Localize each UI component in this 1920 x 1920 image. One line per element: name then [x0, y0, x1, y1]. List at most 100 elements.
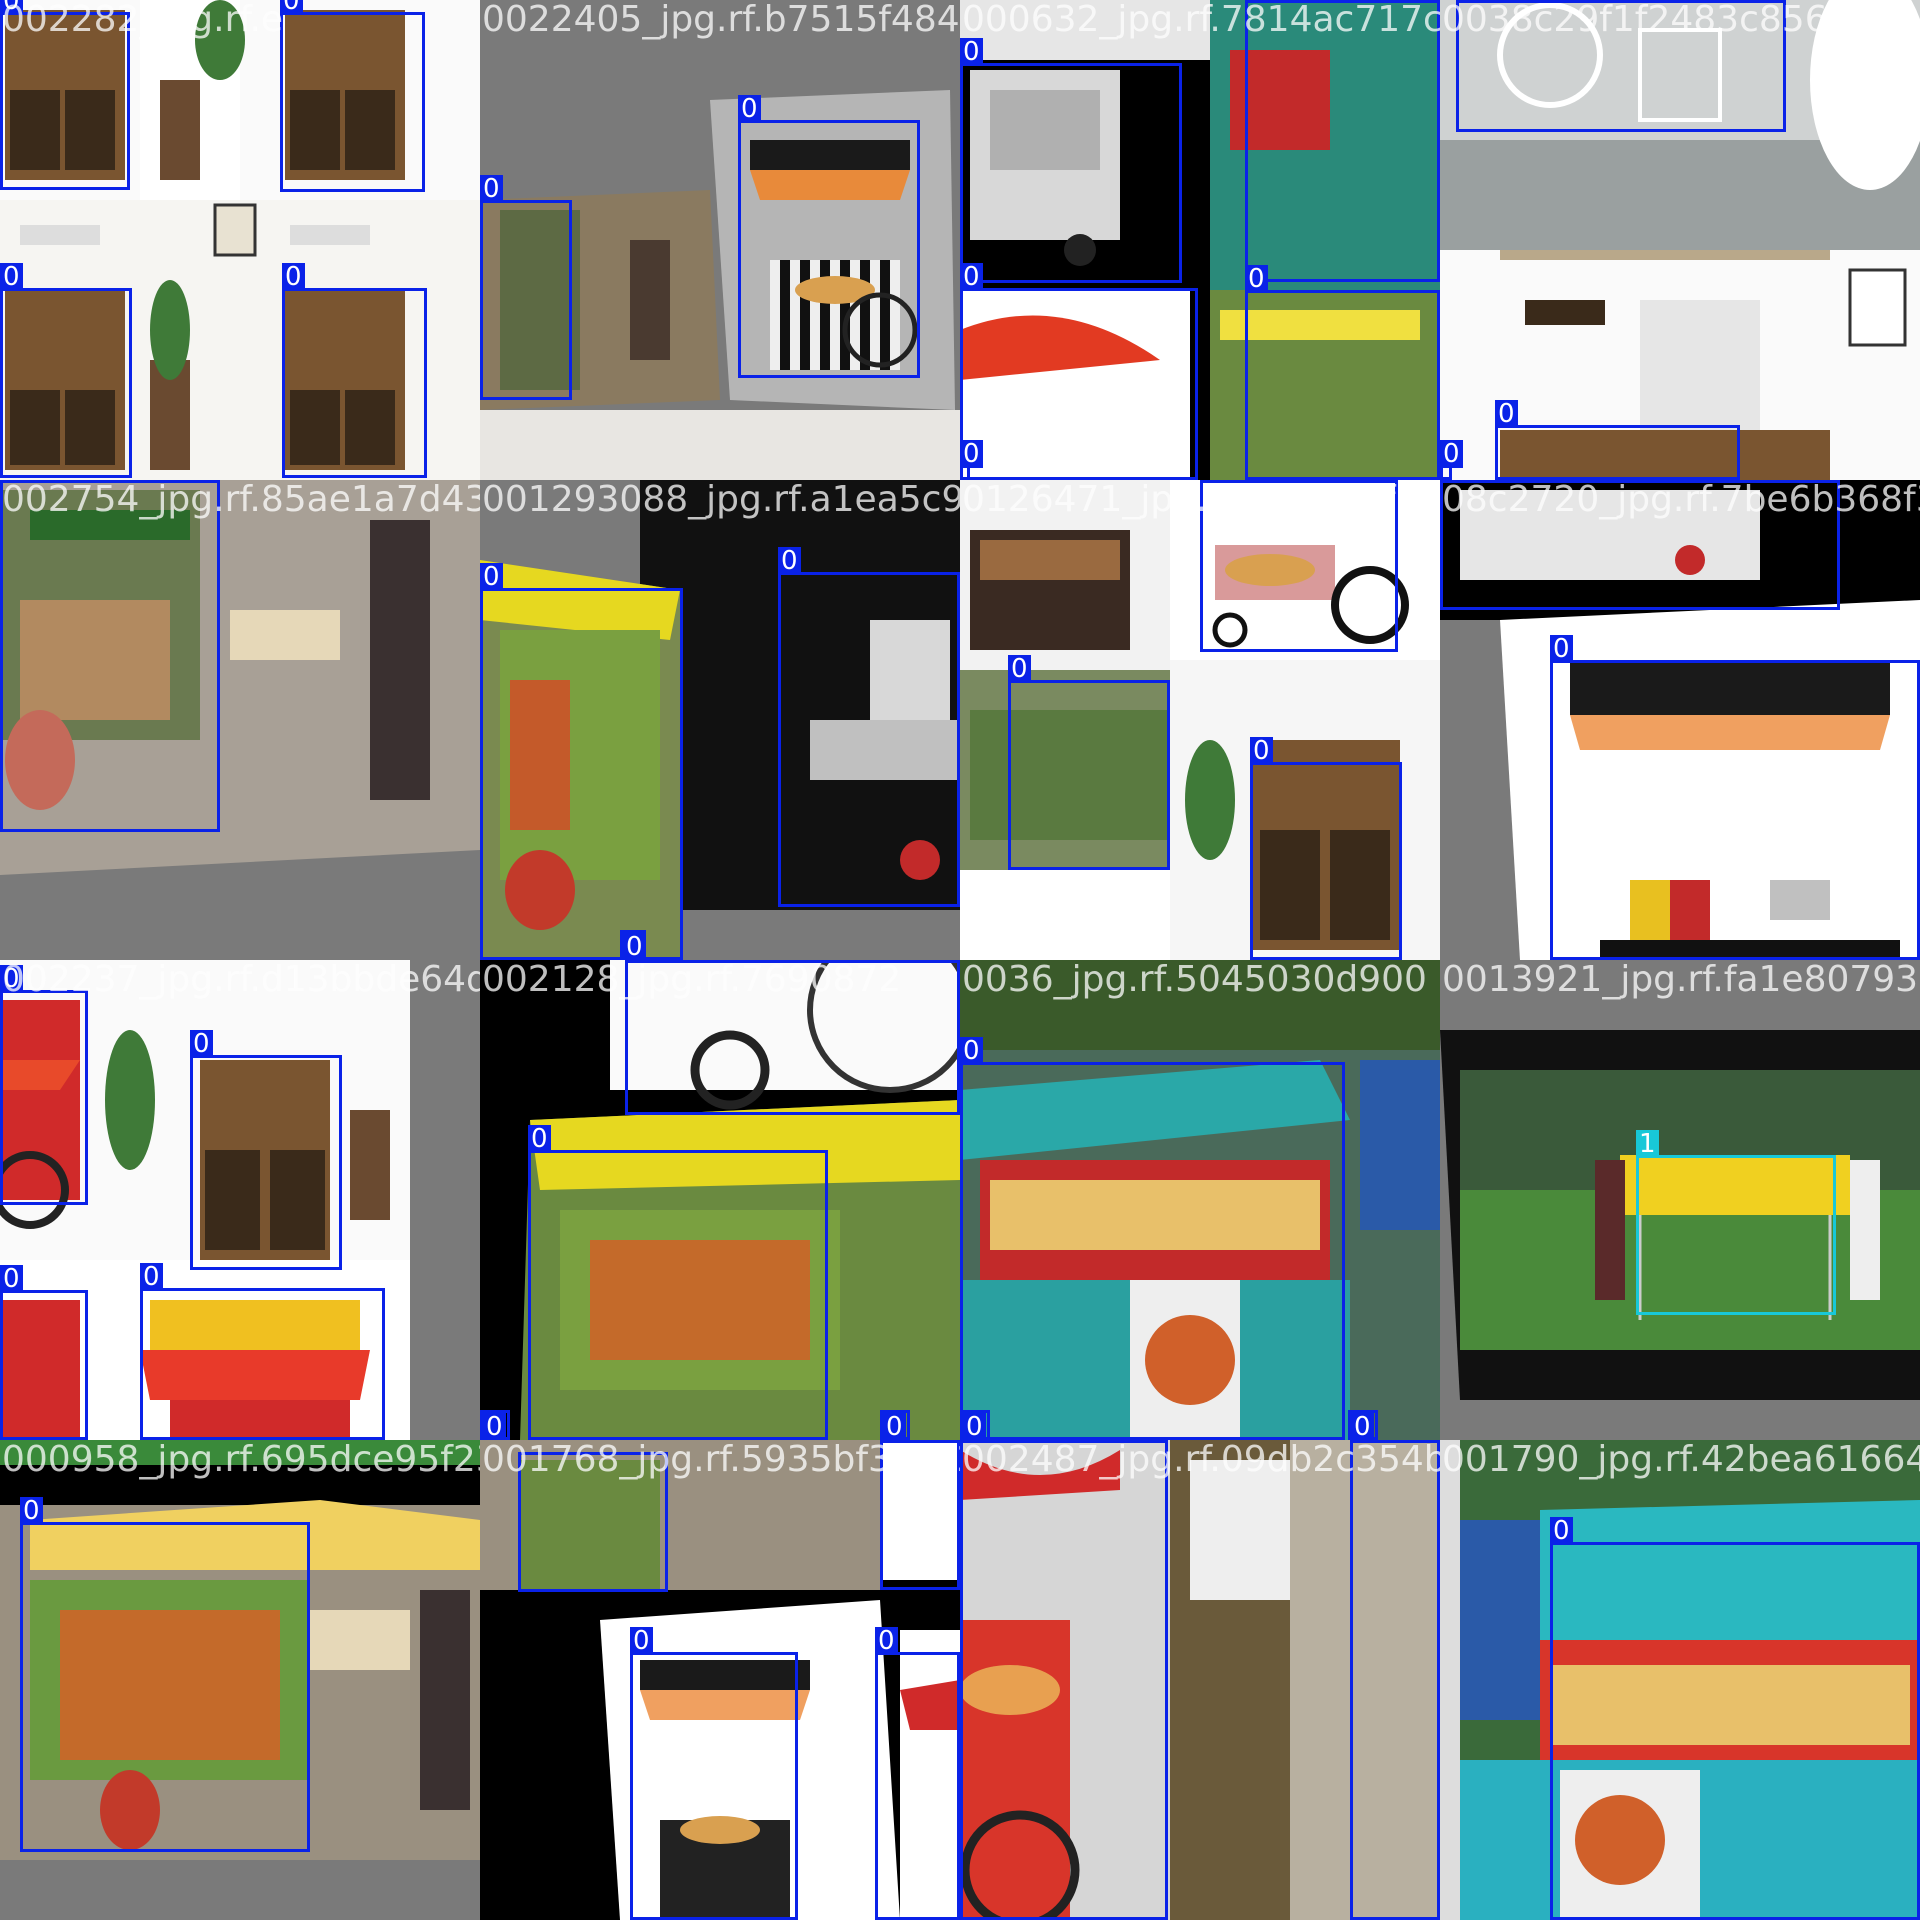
tile-r0c0: 002282_jpg.rf.e 0 0 0 0	[0, 0, 480, 480]
tile-title: 001790_jpg.rf.42bea61664f6	[1442, 1440, 1920, 1480]
bbox-label: 0	[1550, 635, 1573, 663]
tile-r2c2: 0036_jpg.rf.5045030d900 0 0 0	[960, 960, 1440, 1440]
tile-title: 002282_jpg.rf.e	[2, 0, 284, 40]
bbox-label: 0	[480, 175, 503, 203]
tile-title: 0013921_jpg.rf.fa1e80793ba2a	[1442, 960, 1920, 1000]
tile-r2c0: 002237_jpg.rf.d13bbde64d1b 0 0 0 0	[0, 960, 480, 1440]
bbox-label: 0	[1351, 1413, 1374, 1440]
bbox: 0	[960, 1410, 990, 1440]
bbox-label: 0	[280, 0, 303, 15]
tile-r1c0: 002754_jpg.rf.85ae1a7d43d7 0	[0, 480, 480, 960]
tile-r0c3: 0038c29f1f2483c856 0 0 0	[1440, 0, 1920, 480]
bbox-label: 0	[282, 263, 305, 291]
bbox-label: 0	[778, 547, 801, 575]
tile-title: 002237_jpg.rf.d13bbde64d1b	[2, 960, 480, 1000]
bbox-label: 0	[883, 1413, 906, 1440]
bbox: 0	[480, 175, 572, 400]
tile-r2c1: 002128_jpg.rf.7690872 0 0 0	[480, 960, 960, 1440]
bbox-label: 0	[623, 933, 646, 960]
bbox	[1350, 1440, 1440, 1920]
bbox-label: 0	[1008, 655, 1031, 683]
bbox-label: 0	[875, 1627, 898, 1655]
bbox: 0	[630, 1627, 798, 1920]
bbox: 0	[0, 1265, 88, 1440]
bbox-label: 0	[738, 95, 761, 123]
tile-r3c0: 000958_jpg.rf.695dce95f238 0	[0, 1440, 480, 1920]
tile-title: 08c2720_jpg.rf.7be6b368f398	[1442, 480, 1920, 520]
tile-title: 000958_jpg.rf.695dce95f238	[2, 1440, 480, 1480]
bbox: 0	[1440, 440, 1463, 480]
bbox: 0	[1550, 635, 1920, 960]
bbox: 0	[0, 480, 220, 832]
tile-r3c1: 001768_jpg.rf.5935bf371c2f3 0 0	[480, 1440, 960, 1920]
tile-title: 0036_jpg.rf.5045030d900	[962, 960, 1427, 1000]
bbox: 0	[1245, 265, 1440, 480]
bbox: 0	[960, 1037, 1345, 1440]
bbox: 0	[778, 547, 960, 907]
tile-r1c2: 0126471_jpg.rf.e4f4df1f61c 0 0 0	[960, 480, 1440, 960]
mosaic-grid: 002282_jpg.rf.e 0 0 0 0 0022405_jpg.rf.b…	[0, 0, 1920, 1920]
bbox	[960, 1440, 1168, 1920]
bbox: 0	[960, 263, 1198, 480]
tile-title: 001293088_jpg.rf.a1ea5c95f3b4	[482, 480, 960, 520]
tile-title: 0022405_jpg.rf.b7515f484bf6	[482, 0, 960, 40]
tile-r0c1: 0022405_jpg.rf.b7515f484bf6 0 0	[480, 0, 960, 480]
bbox: 0	[960, 440, 983, 480]
bbox: 0	[960, 38, 1182, 283]
bbox-label: 0	[960, 263, 983, 291]
bbox-label: 0	[630, 1627, 653, 1655]
bbox-label: 0	[960, 440, 983, 468]
tile-r3c2: 002487_jpg.rf.09db2c354bff	[960, 1440, 1440, 1920]
bbox: 0	[1245, 0, 1440, 282]
bbox: 0	[1348, 1410, 1378, 1440]
bbox: 0	[282, 263, 427, 478]
bbox-label: 1	[1636, 1130, 1659, 1158]
bbox: 0	[140, 1263, 385, 1440]
bbox: 0	[738, 95, 920, 378]
bbox-label: 0	[0, 1265, 23, 1293]
bbox-label: 0	[20, 1497, 43, 1525]
bbox: 0	[280, 0, 425, 192]
bbox: 0	[1550, 1517, 1920, 1920]
tile-r1c3: 08c2720_jpg.rf.7be6b368f398 0	[1440, 480, 1920, 960]
bbox: 0	[480, 563, 683, 960]
bbox: 0	[20, 1497, 310, 1852]
bbox: 0	[1250, 737, 1402, 960]
bbox-label: 0	[960, 38, 983, 66]
bbox-label: 0	[1440, 440, 1463, 468]
bbox: 0	[480, 1410, 510, 1440]
bbox: 0	[880, 1410, 910, 1440]
bbox-label: 0	[140, 1263, 163, 1291]
bbox: 0	[875, 1627, 960, 1920]
bbox: 1	[1636, 1130, 1836, 1315]
tile-r2c3: 0013921_jpg.rf.fa1e80793ba2a 1	[1440, 960, 1920, 1440]
tile-title: 001768_jpg.rf.5935bf371c2f3	[482, 1440, 960, 1480]
bbox: 0	[0, 965, 88, 1205]
bbox: 0	[1008, 655, 1170, 870]
bbox-label: 0	[528, 1125, 551, 1153]
tile-title: 002487_jpg.rf.09db2c354bff	[962, 1440, 1440, 1480]
bbox-label: 0	[960, 1037, 983, 1065]
tile-title: 002754_jpg.rf.85ae1a7d43d7	[2, 480, 480, 520]
tile-r0c2: 000632_jpg.rf.7814ac717c 0 0 0 0 0	[960, 0, 1440, 480]
tile-title: 002128_jpg.rf.7690872	[482, 960, 902, 1000]
tile-title: 000632_jpg.rf.7814ac717c	[962, 0, 1440, 40]
bbox-label: 0	[480, 563, 503, 591]
bbox-label: 0	[483, 1413, 506, 1440]
bbox-label: 0	[1245, 265, 1268, 293]
bbox: 0	[1495, 400, 1740, 480]
bbox-label: 0	[0, 263, 23, 291]
bbox: 0	[190, 1030, 342, 1270]
bbox-label: 0	[190, 1030, 213, 1058]
bbox-label: 0	[963, 1413, 986, 1440]
tile-title: 0126471_jpg.rf.e4f4df1f61c	[962, 480, 1440, 520]
tile-r3c3: 001790_jpg.rf.42bea61664f6 0	[1440, 1440, 1920, 1920]
bbox: 0	[620, 930, 646, 960]
bbox-label: 0	[1250, 737, 1273, 765]
bbox: 0	[528, 1125, 828, 1440]
bbox-label: 0	[1550, 1517, 1573, 1545]
bbox: 0	[0, 263, 132, 478]
bbox-label: 0	[1495, 400, 1518, 428]
tile-title: 0038c29f1f2483c856	[1442, 0, 1828, 40]
tile-r1c1: 001293088_jpg.rf.a1ea5c95f3b4 0 0 0	[480, 480, 960, 960]
